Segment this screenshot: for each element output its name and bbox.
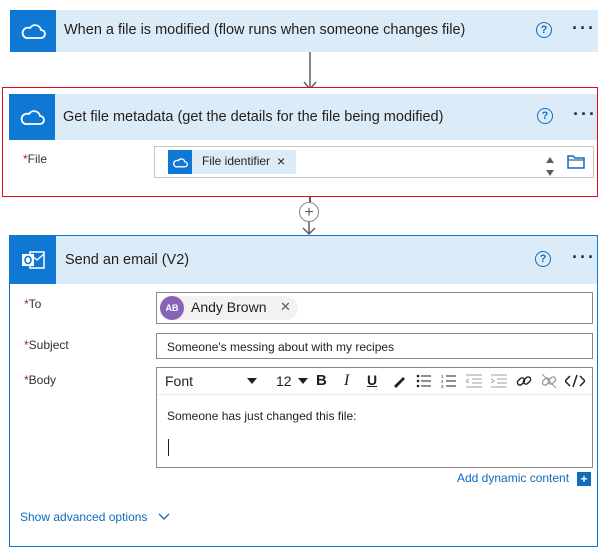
body-text: Someone has just changed this file: bbox=[167, 409, 357, 423]
file-field[interactable]: File identifier × bbox=[154, 146, 594, 178]
metadata-step-header[interactable]: Get file metadata (get the details for t… bbox=[9, 94, 597, 140]
help-icon[interactable]: ? bbox=[535, 251, 551, 267]
bold-icon[interactable]: B bbox=[316, 372, 327, 389]
font-select[interactable]: Font bbox=[165, 373, 261, 391]
text-cursor bbox=[168, 439, 169, 456]
file-label: *File bbox=[23, 152, 48, 166]
plus-icon: + bbox=[580, 472, 588, 486]
chevron-down-icon bbox=[247, 378, 257, 384]
chevron-down-icon bbox=[298, 378, 308, 384]
italic-icon[interactable]: I bbox=[344, 372, 349, 390]
token-remove-icon[interactable]: × bbox=[277, 153, 285, 169]
more-options-icon[interactable]: ··· bbox=[572, 18, 596, 39]
body-label: *Body bbox=[24, 373, 57, 387]
token-label: File identifier bbox=[202, 154, 271, 168]
recipient-chip[interactable]: AB Andy Brown ✕ bbox=[160, 296, 298, 320]
folder-icon[interactable] bbox=[567, 153, 585, 169]
underline-icon[interactable]: U bbox=[367, 372, 377, 388]
onedrive-cloud-icon bbox=[9, 94, 55, 140]
trigger-card[interactable]: When a file is modified (flow runs when … bbox=[10, 10, 598, 52]
connector-arrow bbox=[303, 52, 317, 92]
stepper-up-icon[interactable] bbox=[545, 151, 555, 163]
metadata-step-title: Get file metadata (get the details for t… bbox=[63, 109, 444, 125]
help-icon[interactable]: ? bbox=[536, 22, 552, 38]
unlink-icon[interactable] bbox=[541, 373, 557, 394]
recipient-name: Andy Brown bbox=[191, 299, 267, 315]
add-step-button[interactable]: + bbox=[299, 202, 319, 222]
increase-indent-icon[interactable] bbox=[490, 374, 507, 393]
help-icon[interactable]: ? bbox=[537, 108, 553, 124]
to-label: *To bbox=[24, 297, 42, 311]
trigger-title: When a file is modified (flow runs when … bbox=[64, 22, 466, 38]
code-view-icon[interactable] bbox=[563, 374, 587, 393]
to-field[interactable]: AB Andy Brown ✕ bbox=[156, 292, 593, 324]
email-step-header[interactable]: Send an email (V2) ? ··· bbox=[10, 236, 597, 284]
body-editor[interactable]: Font 12 B I U 123 Someone has just chang… bbox=[156, 367, 593, 468]
link-icon[interactable] bbox=[516, 373, 532, 394]
outlook-icon bbox=[10, 236, 56, 284]
bullet-list-icon[interactable] bbox=[416, 374, 432, 393]
more-options-icon[interactable]: ··· bbox=[572, 247, 596, 268]
numbered-list-icon[interactable]: 123 bbox=[441, 374, 457, 393]
highlight-pen-icon[interactable] bbox=[392, 374, 406, 393]
onedrive-cloud-icon bbox=[10, 10, 56, 52]
plus-icon: + bbox=[304, 204, 314, 221]
subject-label: *Subject bbox=[24, 338, 69, 352]
more-options-icon[interactable]: ··· bbox=[573, 104, 597, 125]
add-dynamic-content-button[interactable]: + bbox=[577, 472, 591, 486]
size-select[interactable]: 12 bbox=[276, 373, 314, 391]
chevron-down-icon bbox=[158, 513, 170, 520]
show-advanced-options[interactable]: Show advanced options bbox=[20, 508, 170, 526]
email-step-title: Send an email (V2) bbox=[65, 252, 190, 268]
connector-arrow bbox=[302, 222, 316, 236]
avatar: AB bbox=[160, 296, 184, 320]
add-dynamic-content-link[interactable]: Add dynamic content bbox=[457, 471, 569, 485]
editor-toolbar: Font 12 B I U 123 bbox=[157, 368, 592, 395]
metadata-step-card[interactable]: Get file metadata (get the details for t… bbox=[2, 87, 598, 197]
email-step-card[interactable]: Send an email (V2) ? ··· *To AB Andy Bro… bbox=[9, 235, 598, 547]
file-identifier-token[interactable]: File identifier × bbox=[168, 150, 296, 174]
recipient-remove-icon[interactable]: ✕ bbox=[280, 299, 291, 315]
subject-field[interactable]: Someone's messing about with my recipes bbox=[156, 333, 593, 359]
subject-value: Someone's messing about with my recipes bbox=[167, 340, 395, 354]
decrease-indent-icon[interactable] bbox=[465, 374, 482, 393]
svg-text:3: 3 bbox=[441, 384, 444, 388]
onedrive-cloud-icon bbox=[168, 150, 192, 174]
stepper-down-icon[interactable] bbox=[545, 164, 555, 176]
